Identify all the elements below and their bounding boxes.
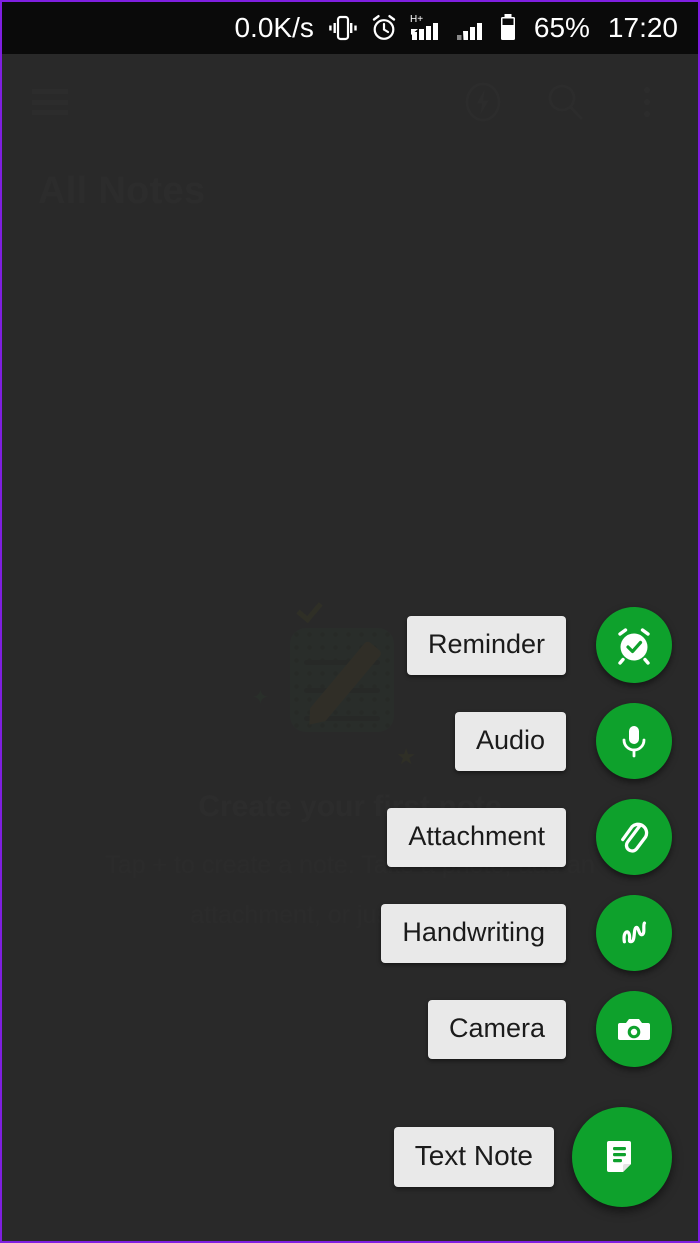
fab-speed-dial: Reminder Audio Attachment Handwriting Ca… — [381, 607, 672, 1207]
signal-icon — [456, 13, 486, 43]
clock-text: 17:20 — [607, 12, 678, 43]
phone-screen: 0.0K/s H+ 65% 17:20 Reminder Audio Attac… — [0, 0, 700, 1243]
battery-icon — [498, 13, 518, 43]
battery-percent-text: 65% — [533, 12, 590, 43]
microphone-icon[interactable] — [596, 703, 672, 779]
speed-dial-item-text-note[interactable]: Text Note — [393, 1107, 672, 1207]
signal-hplus-icon: H+ — [410, 13, 444, 43]
speed-dial-item-audio[interactable]: Audio — [454, 703, 672, 779]
status-bar: 0.0K/s H+ 65% 17:20 — [2, 2, 698, 54]
speed-dial-item-camera[interactable]: Camera — [427, 991, 672, 1067]
alarm-icon — [370, 14, 398, 42]
svg-text:H+: H+ — [410, 14, 423, 25]
speed-dial-label[interactable]: Text Note — [393, 1127, 554, 1187]
speed-dial-item-attachment[interactable]: Attachment — [387, 799, 672, 875]
scribble-icon[interactable] — [596, 895, 672, 971]
speed-dial-label[interactable]: Handwriting — [381, 903, 566, 963]
speed-dial-item-reminder[interactable]: Reminder — [406, 607, 672, 683]
paperclip-icon[interactable] — [596, 799, 672, 875]
speed-dial-label[interactable]: Audio — [454, 711, 566, 771]
network-speed-text: 0.0K/s — [234, 12, 314, 43]
speed-dial-item-handwriting[interactable]: Handwriting — [381, 895, 672, 971]
alarm-check-icon[interactable] — [596, 607, 672, 683]
speed-dial-label[interactable]: Reminder — [406, 615, 566, 675]
vibrate-icon — [328, 15, 358, 41]
text-note-icon[interactable] — [572, 1107, 672, 1207]
camera-icon[interactable] — [596, 991, 672, 1067]
speed-dial-label[interactable]: Camera — [427, 999, 566, 1059]
speed-dial-label[interactable]: Attachment — [387, 807, 566, 867]
